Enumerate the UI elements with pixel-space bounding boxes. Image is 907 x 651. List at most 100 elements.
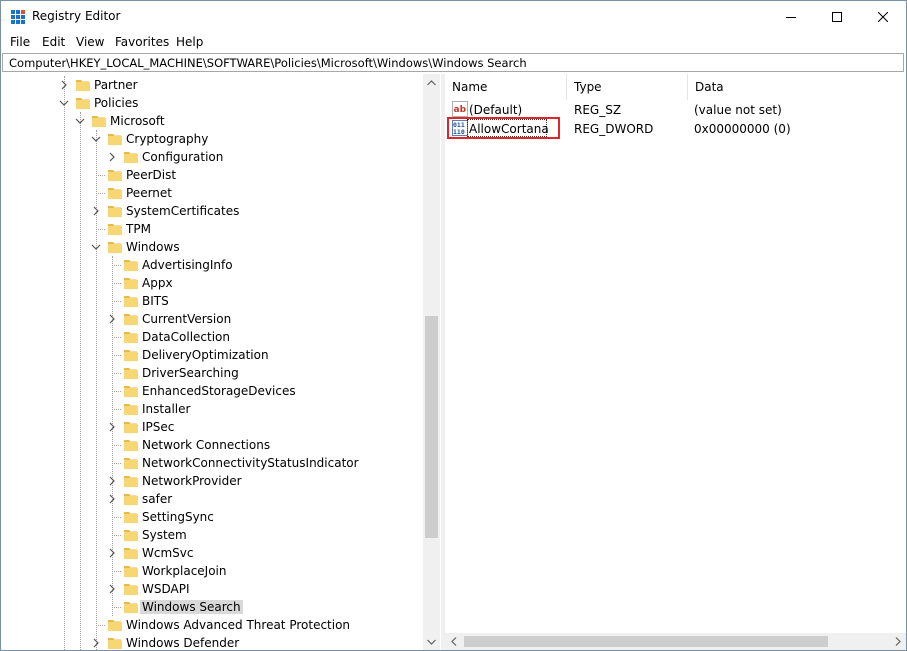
scroll-left-arrow-icon[interactable]: [445, 633, 462, 650]
scroll-right-arrow-icon[interactable]: [889, 633, 906, 650]
folder-icon: [108, 242, 122, 253]
chevron-down-icon[interactable]: [91, 241, 101, 253]
chevron-right-icon[interactable]: [107, 475, 117, 487]
tree-node[interactable]: SystemCertificates: [2, 202, 422, 220]
annotation-highlight-box: [447, 117, 560, 139]
tree-node[interactable]: CurrentVersion: [2, 310, 422, 328]
tree-node-label: Partner: [94, 78, 138, 92]
folder-icon: [124, 368, 138, 379]
tree-node-label: Cryptography: [126, 132, 209, 146]
folder-icon: [124, 296, 138, 307]
window-title: Registry Editor: [32, 9, 121, 23]
column-header-data[interactable]: Data: [688, 74, 906, 100]
menu-favorites[interactable]: Favorites: [115, 35, 169, 49]
minimize-button[interactable]: [768, 1, 814, 32]
tree-node[interactable]: NetworkProvider: [2, 472, 422, 490]
chevron-down-icon[interactable]: [91, 133, 101, 145]
tree-node[interactable]: Windows: [2, 238, 422, 256]
tree-node[interactable]: BITS: [2, 292, 422, 310]
tree-vertical-scrollbar[interactable]: [423, 74, 440, 650]
title-bar[interactable]: Registry Editor: [1, 1, 906, 32]
tree-node[interactable]: Configuration: [2, 148, 422, 166]
tree-node-label: IPSec: [142, 420, 175, 434]
chevron-right-icon[interactable]: [107, 313, 117, 325]
tree-node[interactable]: DriverSearching: [2, 364, 422, 382]
column-header-type[interactable]: Type: [567, 74, 687, 100]
chevron-down-icon[interactable]: [75, 115, 85, 127]
tree-node[interactable]: IPSec: [2, 418, 422, 436]
tree-node[interactable]: Peernet: [2, 184, 422, 202]
registry-editor-app-icon: [11, 10, 25, 24]
tree-scrollbar-thumb[interactable]: [425, 316, 438, 538]
chevron-right-icon[interactable]: [59, 79, 69, 91]
address-path[interactable]: Computer\HKEY_LOCAL_MACHINE\SOFTWARE\Pol…: [9, 56, 527, 70]
menu-file[interactable]: File: [10, 35, 30, 49]
tree-node-label: Microsoft: [110, 114, 165, 128]
tree-node[interactable]: Windows Search: [2, 598, 422, 616]
chevron-down-icon[interactable]: [59, 97, 69, 109]
value-data: 0x00000000 (0): [694, 122, 791, 136]
maximize-button[interactable]: [814, 1, 860, 32]
tree-node[interactable]: System: [2, 526, 422, 544]
tree-guide-line: [112, 445, 121, 446]
menu-help[interactable]: Help: [176, 35, 203, 49]
address-bar[interactable]: Computer\HKEY_LOCAL_MACHINE\SOFTWARE\Pol…: [2, 53, 904, 72]
chevron-right-icon[interactable]: [107, 583, 117, 595]
string-value-icon: ab: [452, 101, 468, 117]
tree-guide-line: [112, 283, 121, 284]
key-tree-pane[interactable]: Partner Policies Microsoft Cryptography Conf…: [2, 74, 440, 650]
tree-node[interactable]: Microsoft: [2, 112, 422, 130]
folder-icon: [124, 512, 138, 523]
tree-node-label: Installer: [142, 402, 191, 416]
value-row-default[interactable]: ab (Default) REG_SZ (value not set): [445, 100, 906, 118]
chevron-right-icon[interactable]: [107, 151, 117, 163]
tree-node[interactable]: TPM: [2, 220, 422, 238]
tree-node[interactable]: Appx: [2, 274, 422, 292]
tree-node[interactable]: Windows Advanced Threat Protection: [2, 616, 422, 634]
tree-node[interactable]: Policies: [2, 94, 422, 112]
menu-bar: File Edit View Favorites Help: [1, 32, 906, 52]
tree-node[interactable]: WSDAPI: [2, 580, 422, 598]
chevron-right-icon[interactable]: [91, 637, 101, 649]
chevron-right-icon[interactable]: [107, 493, 117, 505]
value-data: (value not set): [694, 103, 782, 117]
tree-node[interactable]: Windows Defender: [2, 634, 422, 650]
tree-node-label: Windows Defender: [126, 636, 240, 650]
values-horizontal-scrollbar[interactable]: [445, 633, 906, 650]
folder-icon: [124, 584, 138, 595]
tree-node[interactable]: EnhancedStorageDevices: [2, 382, 422, 400]
tree-node[interactable]: PeerDist: [2, 166, 422, 184]
folder-icon: [124, 152, 138, 163]
values-scrollbar-thumb[interactable]: [464, 636, 828, 647]
tree-node[interactable]: AdvertisingInfo: [2, 256, 422, 274]
tree-node[interactable]: WcmSvc: [2, 544, 422, 562]
tree-node[interactable]: WorkplaceJoin: [2, 562, 422, 580]
scroll-down-arrow-icon[interactable]: [423, 633, 440, 650]
tree-node[interactable]: Cryptography: [2, 130, 422, 148]
values-list-pane[interactable]: Name Type Data ab (Default) REG_SZ (valu…: [445, 74, 906, 650]
tree-node[interactable]: SettingSync: [2, 508, 422, 526]
folder-icon: [124, 404, 138, 415]
tree-node[interactable]: safer: [2, 490, 422, 508]
tree-guide-line: [96, 175, 105, 176]
tree-guide-line: [112, 373, 121, 374]
tree-node[interactable]: Network Connections: [2, 436, 422, 454]
tree-node[interactable]: Partner: [2, 76, 422, 94]
menu-edit[interactable]: Edit: [42, 35, 65, 49]
tree-node[interactable]: Installer: [2, 400, 422, 418]
close-button[interactable]: [860, 1, 906, 32]
tree-node-label: System: [142, 528, 187, 542]
column-header-name[interactable]: Name: [445, 74, 566, 100]
tree-node[interactable]: NetworkConnectivityStatusIndicator: [2, 454, 422, 472]
menu-view[interactable]: View: [76, 35, 104, 49]
tree-node[interactable]: DataCollection: [2, 328, 422, 346]
tree-guide-line: [112, 355, 121, 356]
tree-node[interactable]: DeliveryOptimization: [2, 346, 422, 364]
tree-node-label: Windows Advanced Threat Protection: [126, 618, 351, 632]
tree-node-label: NetworkConnectivityStatusIndicator: [142, 456, 359, 470]
chevron-right-icon[interactable]: [91, 205, 101, 217]
chevron-right-icon[interactable]: [107, 421, 117, 433]
scroll-up-arrow-icon[interactable]: [423, 74, 440, 91]
chevron-right-icon[interactable]: [107, 547, 117, 559]
tree-guide-line: [112, 571, 121, 572]
